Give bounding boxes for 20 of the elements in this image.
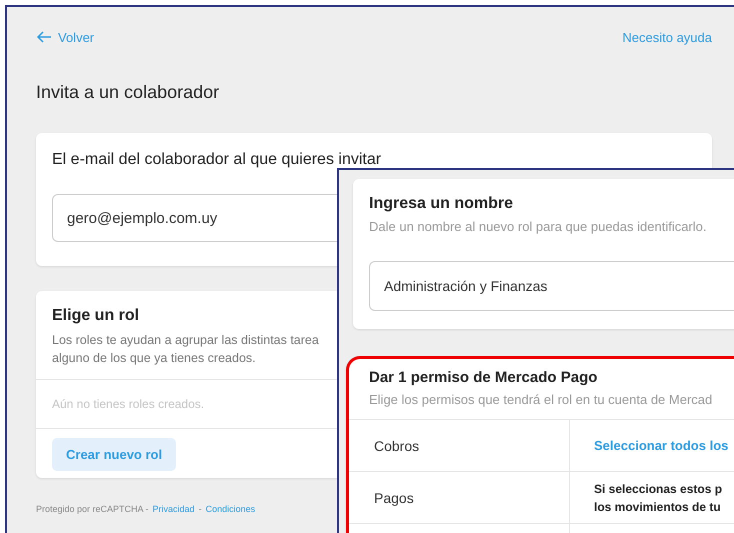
page-title: Invita a un colaborador — [36, 82, 220, 103]
role-name-input[interactable]: Administración y Finanzas — [369, 261, 734, 311]
permissions-description: Elige los permisos que tendrá el rol en tu cuenta de Mercad — [369, 392, 714, 407]
help-link[interactable]: Necesito ayuda — [622, 30, 712, 44]
footer-text: Protegido por reCAPTCHA - — [36, 504, 149, 514]
permission-note: Si seleccionas estos p los movimientos de tu — [594, 480, 722, 516]
select-all-link[interactable]: Seleccionar todos los — [594, 438, 728, 453]
footer-text: - — [198, 504, 202, 514]
footer-link[interactable]: Privacidad — [152, 504, 195, 514]
name-description: Dale un nombre al nuevo rol para que puedas identificarlo. — [369, 219, 708, 234]
arrow-left-icon — [36, 31, 52, 43]
role-description: Los roles te ayudan a agrupar las distintas tarea alguno de los que ya tienes creados. — [52, 332, 320, 367]
create-role-button[interactable]: Crear nuevo rol — [52, 438, 176, 471]
permission-category: Cobros — [374, 438, 420, 454]
role-heading: Elige un rol — [52, 307, 140, 325]
email-heading: El e-mail del colaborador al que quieres invitar — [52, 151, 382, 169]
name-heading: Ingresa un nombre — [369, 195, 514, 213]
back-link[interactable]: Volver — [36, 30, 94, 44]
footer-link[interactable]: Condiciones — [206, 504, 256, 514]
permission-category: Pagos — [374, 490, 414, 506]
